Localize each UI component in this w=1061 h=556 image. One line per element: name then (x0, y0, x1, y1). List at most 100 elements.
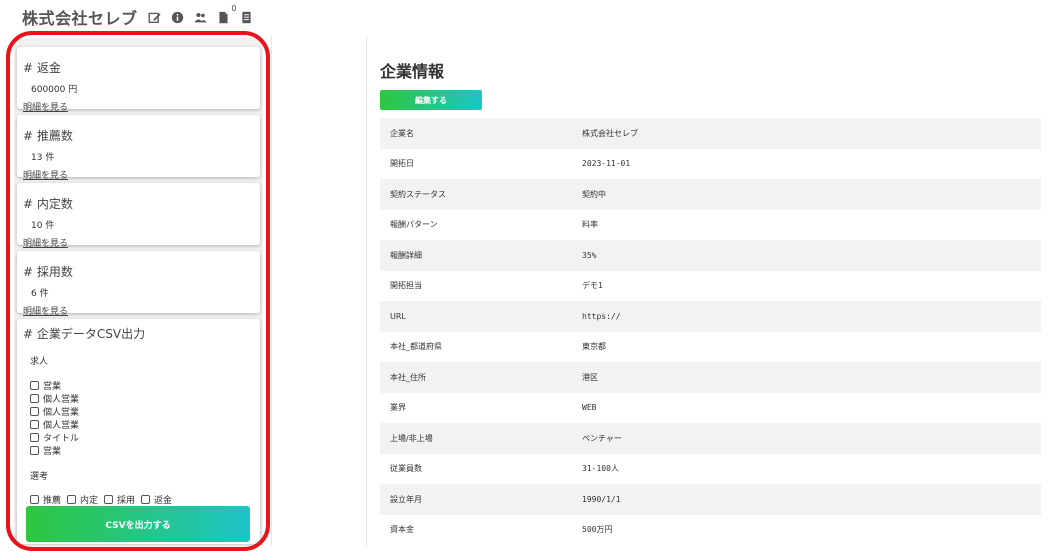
jobs-checkbox-list: 営業 個人営業 個人営業 個人営業 タイトル 営業 (30, 379, 260, 457)
csv-export-card: # 企業データCSV出力 求人 営業 個人営業 個人営業 個人営業 タイトル 営… (17, 319, 260, 544)
table-row: 本社_住所 港区 (380, 362, 1041, 393)
card-title: # 企業データCSV出力 (23, 327, 146, 341)
jobs-label: 求人 (30, 357, 49, 367)
card-value: 10 件 (31, 221, 55, 231)
card-value: 13 件 (31, 153, 55, 163)
details-link[interactable]: 明細を見る (23, 236, 68, 249)
company-info-panel: 企業情報 編集する 企業名 株式会社セレブ開拓日 2023-11-01 契約ステータス… (368, 36, 1061, 556)
selection-label: 選考 (30, 472, 49, 482)
checkbox[interactable] (30, 381, 39, 390)
selection-checkbox[interactable]: 採用 (104, 493, 135, 506)
recommend-card: # 推薦数 13 件 明細を見る (17, 115, 260, 181)
row-value: 31-100人 (582, 464, 619, 474)
offer-card: # 内定数 10 件 明細を見る (17, 183, 260, 249)
details-link[interactable]: 明細を見る (23, 168, 68, 181)
checkbox-label: 営業 (43, 382, 62, 392)
details-link[interactable]: 明細を見る (23, 304, 68, 317)
spacer-column (271, 36, 367, 546)
row-key: 企業名 (390, 128, 414, 138)
card-value: 6 件 (31, 289, 49, 299)
row-value: 35% (582, 250, 597, 260)
row-value: 株式会社セレブ (582, 128, 638, 138)
row-key: 設立年月 (390, 494, 422, 504)
csv-export-button[interactable]: CSVを出力する (26, 506, 250, 542)
row-value: https:// (582, 311, 621, 321)
job-checkbox[interactable]: 営業 (30, 444, 260, 457)
summary-panel: # 返金 600000 円 明細を見る # 推薦数 13 件 明細を見る # 内… (14, 38, 263, 544)
job-checkbox[interactable]: タイトル (30, 431, 260, 444)
card-value: 600000 円 (31, 85, 78, 95)
checkbox[interactable] (141, 495, 151, 504)
table-row: 従業員数 31-100人 (380, 454, 1041, 485)
row-key: 契約ステータス (390, 189, 446, 199)
checkbox-label: 個人営業 (43, 421, 80, 431)
row-key: 開拓日 (390, 159, 414, 169)
row-value: デモ1 (582, 281, 603, 291)
table-row: 契約ステータス 契約中 (380, 179, 1041, 210)
row-value: ベンチャー (582, 433, 622, 443)
card-title: # 返金 (23, 61, 61, 75)
checkbox[interactable] (30, 433, 39, 442)
checkbox[interactable] (104, 495, 114, 504)
table-row: 設立年月 1990/1/1 (380, 484, 1041, 515)
table-row: 開拓担当 デモ1 (380, 271, 1041, 302)
row-key: 本社_都道府県 (390, 342, 442, 352)
users-icon[interactable] (194, 10, 208, 24)
checkbox-label: 推薦 (43, 496, 62, 506)
checkbox-label: 営業 (43, 447, 62, 457)
row-key: 従業員数 (390, 464, 422, 474)
table-row: 業界 WEB (380, 393, 1041, 424)
table-row: URL https:// (380, 301, 1041, 332)
checkbox-label: 個人営業 (43, 395, 80, 405)
selection-checkbox[interactable]: 内定 (67, 493, 98, 506)
selection-checkbox[interactable]: 推薦 (30, 493, 61, 506)
job-checkbox[interactable]: 個人営業 (30, 418, 260, 431)
header-icons: 0 (148, 4, 254, 24)
refund-card: # 返金 600000 円 明細を見る (17, 47, 260, 113)
table-row: 報酬詳細 35% (380, 240, 1041, 271)
card-title: # 内定数 (23, 197, 73, 211)
row-key: 本社_住所 (390, 372, 426, 382)
row-value: 港区 (582, 372, 598, 382)
checkbox[interactable] (30, 407, 39, 416)
row-key: 報酬詳細 (390, 250, 422, 260)
table-row: 上場/非上場 ベンチャー (380, 423, 1041, 454)
company-title: 株式会社セレブ (22, 9, 138, 28)
table-row: 企業名 株式会社セレブ (380, 118, 1041, 149)
edit-icon[interactable] (148, 10, 162, 24)
row-key: 資本金 (390, 525, 414, 535)
checkbox[interactable] (30, 394, 39, 403)
info-icon[interactable] (171, 10, 185, 24)
row-value: 契約中 (582, 189, 606, 199)
edit-button[interactable]: 編集する (380, 90, 482, 110)
checkbox[interactable] (67, 495, 77, 504)
row-value: WEB (582, 403, 597, 413)
table-row: 本社_都道府県 東京都 (380, 332, 1041, 363)
job-checkbox[interactable]: 個人営業 (30, 392, 260, 405)
selection-checkbox[interactable]: 返金 (141, 493, 172, 506)
row-value: 500万円 (582, 525, 613, 535)
page-header: 株式会社セレブ 0 (0, 0, 1061, 34)
row-value: 1990/1/1 (582, 494, 621, 504)
checkbox-label: 内定 (80, 496, 99, 506)
row-key: 業界 (390, 403, 406, 413)
details-link[interactable]: 明細を見る (23, 100, 68, 113)
table-row: 資本金 500万円 (380, 515, 1041, 546)
card-title: # 採用数 (23, 265, 73, 279)
job-checkbox[interactable]: 営業 (30, 379, 260, 392)
row-key: 上場/非上場 (390, 433, 433, 443)
list-icon[interactable] (240, 10, 254, 24)
checkbox[interactable] (30, 420, 39, 429)
checkbox[interactable] (30, 495, 39, 504)
row-value: 2023-11-01 (582, 159, 631, 169)
row-key: URL (390, 311, 406, 321)
document-icon[interactable]: 0 (217, 4, 237, 24)
section-title: 企業情報 (380, 62, 445, 81)
company-info-table: 企業名 株式会社セレブ 開拓日 2023-11-01 契約ステータス 契約中 報酬パターン 料… (380, 118, 1041, 545)
job-checkbox[interactable]: 個人営業 (30, 405, 260, 418)
checkbox-label: タイトル (43, 434, 80, 444)
row-key: 開拓担当 (390, 281, 422, 291)
document-count: 0 (231, 4, 237, 13)
checkbox[interactable] (30, 446, 39, 455)
row-value: 東京都 (582, 342, 606, 352)
